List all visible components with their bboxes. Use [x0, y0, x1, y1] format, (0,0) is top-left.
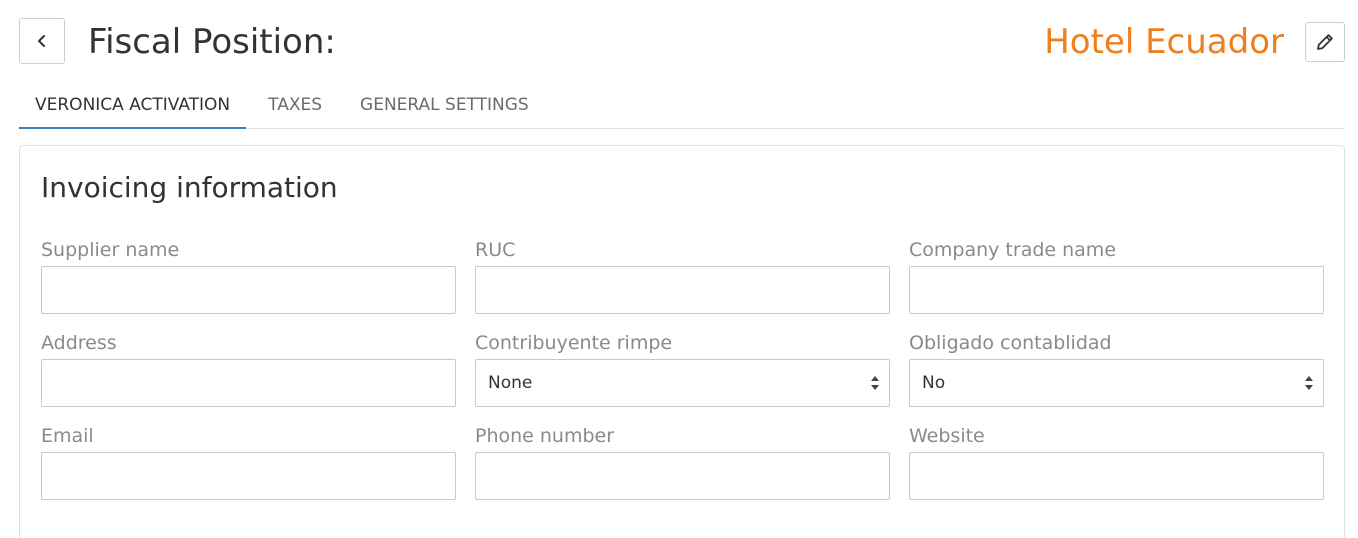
tab-bar: VERONICA ACTIVATION TAXES GENERAL SETTIN… — [19, 84, 1344, 129]
ruc-group: RUC — [475, 238, 890, 314]
website-group: Website — [909, 424, 1324, 500]
obligado-contabilidad-group: Obligado contablidad No — [909, 331, 1324, 407]
ruc-label: RUC — [475, 239, 516, 261]
page-title: Fiscal Position: — [88, 22, 336, 62]
hotel-name: Hotel Ecuador — [1044, 22, 1284, 62]
website-input[interactable] — [909, 452, 1324, 500]
supplier-name-input[interactable] — [41, 266, 456, 314]
sort-arrows-icon — [871, 376, 879, 390]
contribuyente-rimpe-label: Contribuyente rimpe — [475, 332, 673, 354]
contribuyente-rimpe-select[interactable]: None — [475, 359, 890, 407]
phone-number-label: Phone number — [475, 425, 615, 447]
company-trade-name-group: Company trade name — [909, 238, 1324, 314]
pencil-icon — [1317, 34, 1333, 50]
tab-general-settings[interactable]: GENERAL SETTINGS — [344, 84, 545, 129]
obligado-contabilidad-label: Obligado contablidad — [909, 332, 1112, 354]
contribuyente-rimpe-group: Contribuyente rimpe None — [475, 331, 890, 407]
invoicing-information-panel: Invoicing information Supplier name RUC … — [19, 145, 1345, 538]
company-trade-name-label: Company trade name — [909, 239, 1117, 261]
edit-button[interactable] — [1305, 22, 1345, 62]
company-trade-name-input[interactable] — [909, 266, 1324, 314]
ruc-input[interactable] — [475, 266, 890, 314]
address-group: Address — [41, 331, 456, 407]
obligado-contabilidad-value: No — [922, 373, 946, 393]
email-input[interactable] — [41, 452, 456, 500]
address-label: Address — [41, 332, 117, 354]
chevron-left-icon — [38, 35, 45, 47]
fiscal-position-page: Fiscal Position: Hotel Ecuador VERONICA … — [0, 0, 1358, 538]
phone-number-input[interactable] — [475, 452, 890, 500]
phone-number-group: Phone number — [475, 424, 890, 500]
back-button[interactable] — [19, 18, 65, 64]
website-label: Website — [909, 425, 985, 447]
tab-veronica-activation[interactable]: VERONICA ACTIVATION — [19, 84, 247, 129]
supplier-name-label: Supplier name — [41, 239, 180, 261]
email-label: Email — [41, 425, 94, 447]
obligado-contabilidad-select[interactable]: No — [909, 359, 1324, 407]
supplier-name-group: Supplier name — [41, 238, 456, 314]
tab-taxes[interactable]: TAXES — [252, 84, 338, 129]
contribuyente-rimpe-value: None — [488, 373, 533, 393]
panel-title: Invoicing information — [41, 171, 338, 204]
email-group: Email — [41, 424, 456, 500]
address-input[interactable] — [41, 359, 456, 407]
sort-arrows-icon — [1305, 376, 1313, 390]
